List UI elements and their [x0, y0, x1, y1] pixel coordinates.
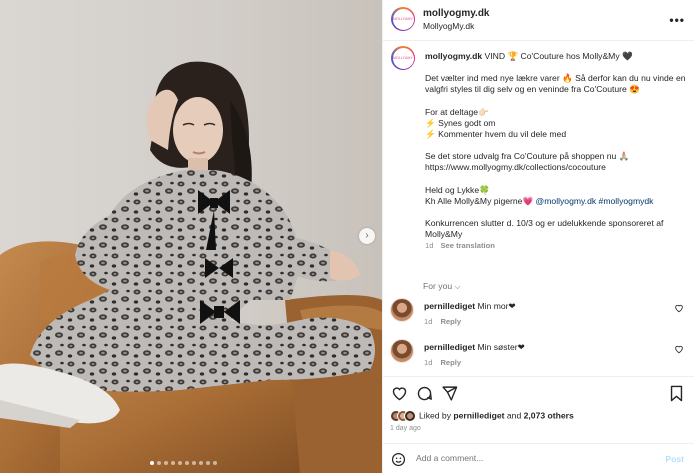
commenter-avatar[interactable] [390, 339, 414, 363]
post-actions: Liked by pernillediget and 2,073 others … [382, 376, 694, 473]
commenter-avatar[interactable] [390, 298, 414, 322]
comment-username[interactable]: pernillediget [424, 342, 475, 352]
reply-button[interactable]: Reply [440, 358, 461, 367]
carousel-dot [192, 461, 196, 465]
caption-avatar[interactable]: MOLLY&MY [391, 46, 415, 70]
caption-para4-line2: Kh Alle Molly&My pigerne💗 [425, 195, 534, 206]
carousel-dot [157, 461, 161, 465]
like-heart-icon[interactable] [391, 385, 408, 404]
avatar-logo-text: MOLLY&MY [393, 17, 413, 21]
likes-user-link[interactable]: pernillediget [453, 410, 504, 420]
more-options-icon[interactable]: ••• [669, 13, 685, 27]
comment-username[interactable]: pernillediget [424, 301, 475, 311]
posted-time: 1 day ago [390, 425, 421, 432]
comment-input[interactable] [416, 453, 646, 463]
liker-avatar [404, 410, 416, 422]
caption-line1: VIND 🏆 Co'Couture hos Molly&My 🖤 [484, 51, 633, 61]
carousel-dot [206, 461, 210, 465]
caption-para2-item1: ⚡ Synes godt om [425, 117, 496, 128]
comment-text: Min mor❤ [477, 301, 516, 311]
add-comment-bar: Post [382, 443, 694, 473]
carousel-dot [171, 461, 175, 465]
caption-para2-item2: ⚡ Kommenter hvem du vil dele med [425, 129, 567, 140]
bookmark-icon[interactable] [669, 385, 684, 404]
post-comment-button[interactable]: Post [665, 454, 684, 464]
comment-like-heart-icon[interactable] [674, 344, 684, 356]
carousel-dot [199, 461, 203, 465]
profile-avatar[interactable]: MOLLY&MY [391, 7, 415, 31]
comment-time: 1d [424, 317, 433, 326]
caption-para1: Det vælter ind med nye lækre varer 🔥 Så … [425, 73, 686, 95]
reply-button[interactable]: Reply [440, 317, 461, 326]
next-image-button[interactable]: › [359, 228, 375, 244]
mention-link[interactable]: @mollyogmy.dk [536, 196, 597, 206]
for-you-filter[interactable]: For you ⌵ [423, 281, 461, 292]
post-photo [0, 0, 382, 473]
carousel-dot [164, 461, 168, 465]
post-header: MOLLY&MY mollyogmy.dk MollyogMy.dk ••• [383, 0, 694, 41]
comment-time: 1d [424, 358, 433, 367]
emoji-icon[interactable] [391, 452, 406, 469]
carousel-dot [150, 461, 154, 465]
caption-username[interactable]: mollyogmy.dk [425, 51, 482, 61]
post-image[interactable]: › [0, 0, 382, 473]
caption-time: 1d [425, 241, 434, 251]
caption-text: mollyogmy.dk VIND 🏆 Co'Couture hos Molly… [425, 51, 689, 252]
chevron-down-icon: ⌵ [454, 282, 461, 291]
header-subtitle[interactable]: MollyogMy.dk [423, 21, 474, 31]
likes-others-link[interactable]: 2,073 others [524, 410, 574, 420]
caption-url: https://www.mollyogmy.dk/collections/coc… [425, 162, 606, 173]
caption-para3: Se det store udvalg fra Co'Couture på sh… [425, 151, 630, 162]
hashtag-link[interactable]: #mollyogmydk [599, 196, 654, 206]
comment-text: Min søster❤ [477, 342, 525, 352]
comment-icon[interactable] [416, 385, 433, 404]
carousel-dot [178, 461, 182, 465]
caption-para2-title: For at deltage👉🏻 [425, 106, 489, 117]
carousel-dot [213, 461, 217, 465]
likes-prefix: Liked by [419, 410, 452, 421]
share-icon[interactable] [441, 385, 458, 404]
likes-summary: Liked by pernillediget and 2,073 others [390, 410, 574, 422]
carousel-dots [150, 461, 217, 465]
comment-like-heart-icon[interactable] [674, 303, 684, 315]
avatar-logo-text: MOLLY&MY [393, 56, 413, 60]
see-translation-link[interactable]: See translation [440, 241, 494, 250]
carousel-dot [185, 461, 189, 465]
chevron-right-icon: › [365, 230, 369, 241]
caption-para5: Konkurrencen slutter d. 10/3 og er udelu… [425, 218, 664, 240]
caption-para4-line1: Held og Lykke🍀 [425, 184, 490, 195]
for-you-label: For you [423, 281, 453, 291]
header-username[interactable]: mollyogmy.dk [423, 8, 490, 19]
likes-and: and [506, 410, 522, 421]
